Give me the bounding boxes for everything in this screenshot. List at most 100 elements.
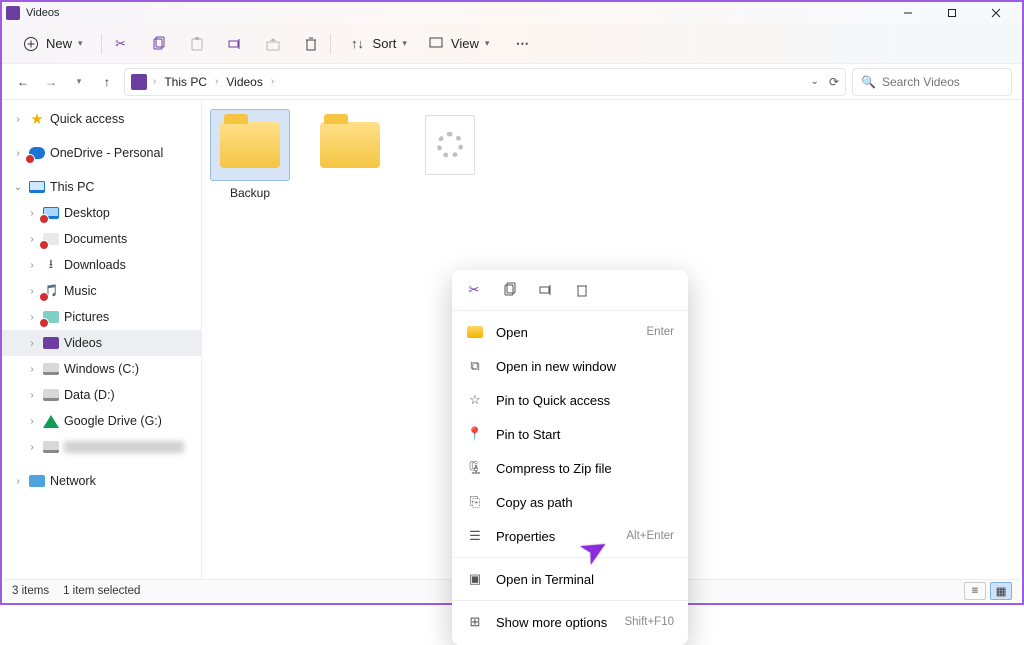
forward-button[interactable]: → (40, 71, 62, 93)
breadcrumb-current[interactable]: Videos (224, 75, 264, 89)
sidebar-downloads[interactable]: ›⭳Downloads (2, 252, 201, 278)
share-icon[interactable] (264, 35, 282, 53)
pictures-icon (42, 308, 60, 326)
desktop-icon (42, 204, 60, 222)
drive-icon (42, 360, 60, 378)
new-label: New (46, 36, 72, 51)
terminal-icon: ▣ (466, 571, 484, 587)
sidebar-windows-c[interactable]: ›Windows (C:) (2, 356, 201, 382)
item-count: 3 items (12, 585, 49, 597)
file-icon (425, 115, 475, 175)
ctx-show-more[interactable]: ⊞Show more optionsShift+F10 (452, 605, 688, 639)
back-button[interactable]: ← (12, 71, 34, 93)
addr-dropdown-icon[interactable]: ⌄ (811, 76, 819, 87)
cut-icon[interactable]: ✂ (112, 35, 130, 53)
up-button[interactable]: ↑ (96, 71, 118, 93)
app-icon (6, 6, 20, 20)
file-item[interactable] (410, 110, 490, 200)
more-icon[interactable]: ⋯ (513, 35, 531, 53)
network-icon (28, 472, 46, 490)
view-label: View (451, 36, 479, 51)
videos-icon (42, 334, 60, 352)
sort-button[interactable]: ↑↓ Sort ▾ (341, 31, 415, 57)
drive-icon (42, 386, 60, 404)
sidebar-music[interactable]: ›🎵Music (2, 278, 201, 304)
folder-icon (220, 122, 280, 168)
address-bar[interactable]: › This PC › Videos › ⌄ ⟳ (124, 68, 846, 96)
chevron-down-icon: ▾ (78, 38, 83, 49)
ctx-pin-start[interactable]: 📍Pin to Start (452, 417, 688, 451)
rename-icon[interactable] (226, 35, 244, 53)
paste-icon[interactable] (188, 35, 206, 53)
folder-icon (320, 122, 380, 168)
sidebar-this-pc[interactable]: ⌄This PC (2, 174, 201, 200)
breadcrumb-root[interactable]: This PC (162, 75, 209, 89)
sidebar-quick-access[interactable]: ›★Quick access (2, 106, 201, 132)
copy-icon[interactable] (150, 35, 168, 53)
delete-icon[interactable] (302, 35, 320, 53)
ctx-pin-quick[interactable]: ☆Pin to Quick access (452, 383, 688, 417)
drive-icon (42, 438, 60, 456)
sidebar-google-drive[interactable]: ›Google Drive (G:) (2, 408, 201, 434)
ctx-copy-path[interactable]: ⎘Copy as path (452, 485, 688, 519)
sort-icon: ↑↓ (349, 35, 367, 53)
sort-label: Sort (373, 36, 397, 51)
zip-icon: 🗜 (466, 460, 484, 476)
ctx-delete-icon[interactable] (572, 280, 592, 300)
ctx-open[interactable]: OpenEnter (452, 315, 688, 349)
search-icon: 🔍 (861, 75, 876, 89)
gdrive-icon (42, 412, 60, 430)
more-options-icon: ⊞ (466, 614, 484, 630)
nav-bar: ← → ▾ ↑ › This PC › Videos › ⌄ ⟳ 🔍 (2, 64, 1022, 100)
selection-count: 1 item selected (63, 585, 140, 597)
plus-icon (22, 35, 40, 53)
sidebar-documents[interactable]: ›Documents (2, 226, 201, 252)
ctx-rename-icon[interactable] (536, 280, 556, 300)
ctx-properties[interactable]: ☰PropertiesAlt+Enter (452, 519, 688, 553)
sidebar-videos[interactable]: ›Videos (2, 330, 201, 356)
view-button[interactable]: View ▾ (419, 31, 497, 57)
redacted-label (64, 441, 184, 453)
item-label: Backup (210, 186, 290, 200)
sidebar-redacted[interactable]: › (2, 434, 201, 460)
icons-view-button[interactable]: ▦ (990, 582, 1012, 600)
title-bar: Videos (2, 2, 1022, 24)
copy-path-icon: ⎘ (466, 494, 484, 510)
sidebar-onedrive[interactable]: ›OneDrive - Personal (2, 140, 201, 166)
sidebar-data-d[interactable]: ›Data (D:) (2, 382, 201, 408)
ctx-cut-icon[interactable]: ✂ (464, 280, 484, 300)
folder-open-icon (466, 326, 484, 338)
downloads-icon: ⭳ (42, 256, 60, 274)
ctx-compress[interactable]: 🗜Compress to Zip file (452, 451, 688, 485)
maximize-button[interactable] (930, 2, 974, 24)
new-button[interactable]: New ▾ (14, 31, 91, 57)
pin-icon: 📍 (466, 426, 484, 442)
star-outline-icon: ☆ (466, 392, 484, 408)
location-icon (131, 74, 147, 90)
chevron-down-icon: ▾ (402, 38, 407, 49)
close-button[interactable] (974, 2, 1018, 24)
folder-item-backup[interactable]: Backup (210, 110, 290, 200)
window-title: Videos (26, 7, 59, 19)
ctx-copy-icon[interactable] (500, 280, 520, 300)
recent-button[interactable]: ▾ (68, 71, 90, 93)
gear-icon (437, 132, 463, 158)
search-box[interactable]: 🔍 (852, 68, 1012, 96)
breadcrumb-sep: › (269, 76, 276, 87)
sidebar-desktop[interactable]: ›Desktop (2, 200, 201, 226)
view-icon (427, 35, 445, 53)
ctx-terminal[interactable]: ▣Open in Terminal (452, 562, 688, 596)
minimize-button[interactable] (886, 2, 930, 24)
refresh-icon[interactable]: ⟳ (829, 75, 839, 89)
content-pane[interactable]: Backup ✂ OpenEnter ⧉Open in new window ☆… (202, 100, 1022, 581)
search-input[interactable] (882, 75, 1024, 89)
chevron-down-icon: ▾ (485, 38, 490, 49)
breadcrumb-sep: › (213, 76, 220, 87)
sidebar-network[interactable]: ›Network (2, 468, 201, 494)
folder-item[interactable] (310, 110, 390, 200)
details-view-button[interactable]: ≡ (964, 582, 986, 600)
music-icon: 🎵 (42, 282, 60, 300)
properties-icon: ☰ (466, 528, 484, 544)
ctx-open-new-window[interactable]: ⧉Open in new window (452, 349, 688, 383)
sidebar-pictures[interactable]: ›Pictures (2, 304, 201, 330)
